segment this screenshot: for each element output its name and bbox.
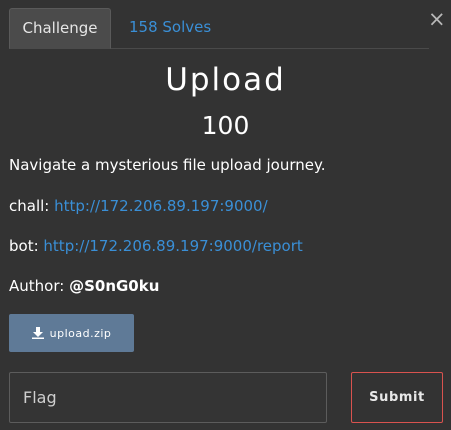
challenge-points: 100 xyxy=(201,111,250,140)
flag-input[interactable] xyxy=(9,372,327,423)
tab-solves[interactable]: 158 Solves xyxy=(129,8,211,47)
tab-challenge[interactable]: Challenge xyxy=(9,8,111,49)
tab-bar: Challenge 158 Solves xyxy=(9,8,429,49)
challenge-modal: × Challenge 158 Solves Upload 100 Naviga… xyxy=(0,0,451,430)
challenge-description: Navigate a mysterious file upload journe… xyxy=(9,156,326,174)
submit-button[interactable]: Submit xyxy=(351,372,443,423)
challenge-title: Upload xyxy=(165,62,286,98)
chall-line: chall: http://172.206.89.197:9000/ xyxy=(9,197,268,215)
download-icon xyxy=(31,327,44,339)
author-name: @S0nG0ku xyxy=(69,277,160,295)
bot-link[interactable]: http://172.206.89.197:9000/report xyxy=(43,237,302,255)
bot-label: bot: xyxy=(9,237,39,255)
author-line: Author: @S0nG0ku xyxy=(9,277,159,295)
chall-link[interactable]: http://172.206.89.197:9000/ xyxy=(54,197,268,215)
close-icon[interactable]: × xyxy=(428,8,446,30)
bot-line: bot: http://172.206.89.197:9000/report xyxy=(9,237,303,255)
download-file-button[interactable]: upload.zip xyxy=(9,314,134,352)
author-label: Author: xyxy=(9,277,65,295)
download-file-label: upload.zip xyxy=(49,326,112,340)
chall-label: chall: xyxy=(9,197,50,215)
